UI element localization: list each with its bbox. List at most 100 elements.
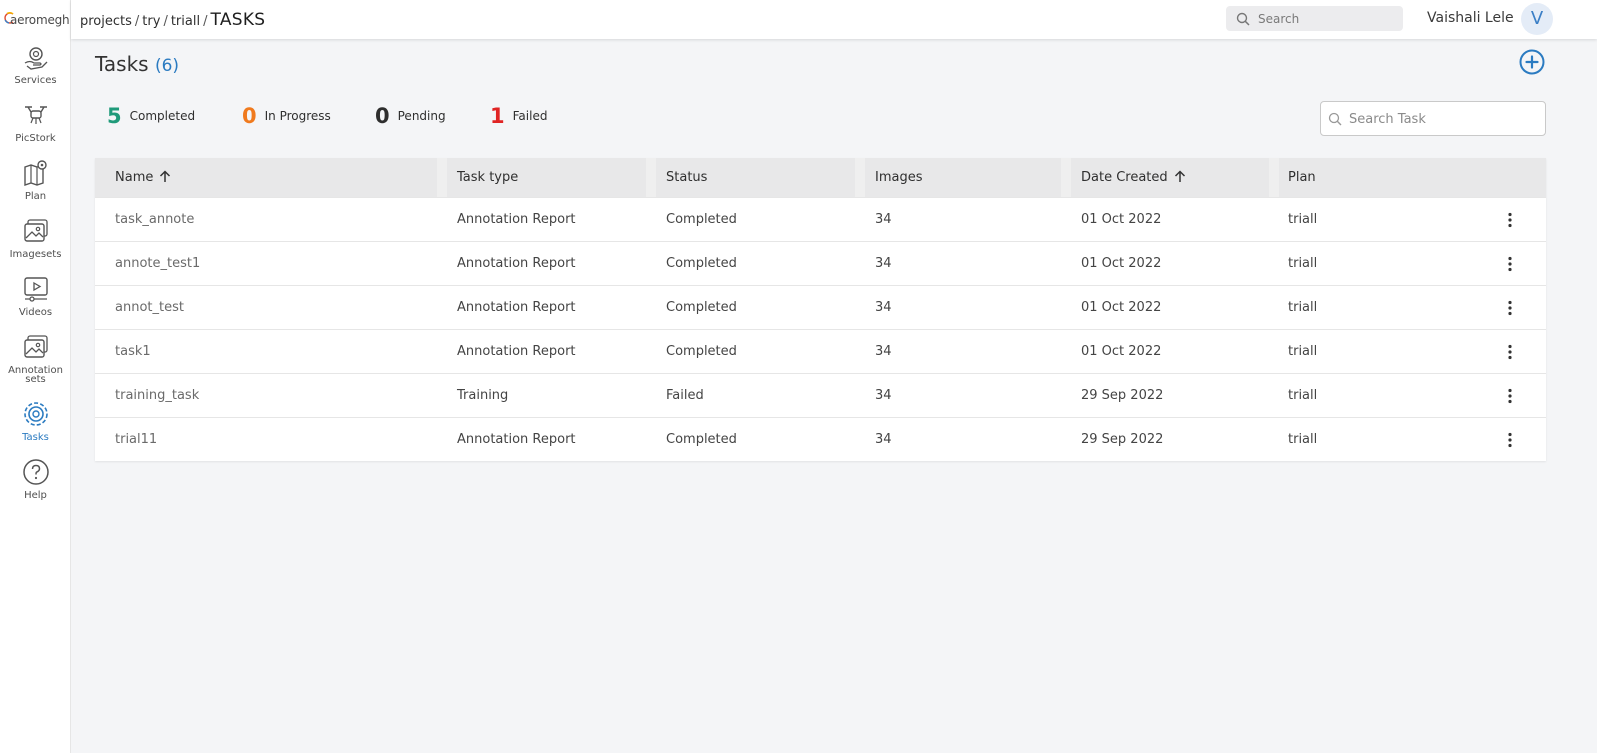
add-task-button[interactable] [1519, 49, 1545, 75]
row-menu-icon[interactable] [1506, 388, 1514, 404]
column-header-status[interactable]: Status [666, 170, 707, 185]
video-icon [24, 277, 48, 302]
stat-label: Failed [512, 109, 548, 123]
cell-task-type: Annotation Report [457, 256, 576, 271]
cell-plan: triall [1288, 388, 1318, 403]
cell-name[interactable]: annote_test1 [115, 256, 200, 271]
table-row[interactable]: annot_test Annotation Report Completed 3… [95, 285, 1546, 329]
sidebar-item-services[interactable]: Services [0, 43, 71, 101]
table-row[interactable]: annote_test1 Annotation Report Completed… [95, 241, 1546, 285]
task-search[interactable] [1320, 101, 1546, 136]
cell-plan: triall [1288, 212, 1318, 227]
sidebar-item-picstork[interactable]: PicStork [0, 101, 71, 159]
cell-date: 01 Oct 2022 [1081, 256, 1162, 271]
stat-pending: 0 Pending [375, 104, 446, 130]
cell-images: 34 [875, 432, 892, 447]
sidebar-item-label: Videos [18, 307, 53, 318]
global-search[interactable] [1226, 6, 1403, 31]
sidebar-item-label: Services [14, 75, 57, 86]
cell-date: 29 Sep 2022 [1081, 432, 1164, 447]
breadcrumb-trial[interactable]: triall [171, 14, 200, 29]
global-search-input[interactable] [1258, 9, 1396, 28]
stat-value: 1 [490, 104, 505, 128]
cell-name[interactable]: trial11 [115, 432, 157, 447]
sidebar-item-plan[interactable]: Plan [0, 159, 71, 217]
image-icon [24, 219, 48, 242]
table-row[interactable]: task1 Annotation Report Completed 34 01 … [95, 329, 1546, 373]
breadcrumb-projects[interactable]: projects [80, 14, 132, 29]
sidebar-item-label: Plan [24, 191, 47, 202]
column-header-name[interactable]: Name [115, 170, 171, 185]
cell-images: 34 [875, 300, 892, 315]
column-divider [1269, 158, 1279, 197]
stat-label: In Progress [264, 109, 331, 123]
column-divider [437, 158, 447, 197]
page-title-text: Tasks [95, 52, 149, 76]
cell-images: 34 [875, 212, 892, 227]
page-title: Tasks (6) [95, 52, 179, 76]
cell-images: 34 [875, 388, 892, 403]
sort-arrow-up-icon[interactable] [1174, 170, 1186, 183]
sidebar-item-videos[interactable]: Videos [0, 275, 71, 333]
sidebar: aeromegh Services PicStork Plan Imageset… [0, 0, 71, 753]
sidebar-item-tasks[interactable]: Tasks [0, 400, 71, 458]
cell-date: 01 Oct 2022 [1081, 344, 1162, 359]
breadcrumb-try[interactable]: try [142, 14, 160, 29]
row-menu-icon[interactable] [1506, 300, 1514, 316]
cell-plan: triall [1288, 344, 1318, 359]
table-row[interactable]: task_annote Annotation Report Completed … [95, 197, 1546, 241]
services-icon [24, 47, 48, 70]
cell-task-type: Annotation Report [457, 212, 576, 227]
cell-status: Completed [666, 212, 737, 227]
table-row[interactable]: training_task Training Failed 34 29 Sep … [95, 373, 1546, 417]
user-name[interactable]: Vaishali Lele [1427, 10, 1514, 26]
row-menu-icon[interactable] [1506, 212, 1514, 228]
stat-label: Pending [397, 109, 446, 123]
table-row[interactable]: trial11 Annotation Report Completed 34 2… [95, 417, 1546, 461]
annotation-image-icon [24, 335, 48, 358]
cell-plan: triall [1288, 256, 1318, 271]
table-header: Name Task type Status Images Date Create… [95, 158, 1546, 197]
column-header-label: Name [115, 170, 154, 185]
cell-task-type: Training [457, 388, 509, 403]
cell-name[interactable]: task_annote [115, 212, 194, 227]
column-header-date-created[interactable]: Date Created [1081, 170, 1186, 185]
cell-status: Completed [666, 256, 737, 271]
row-menu-icon[interactable] [1506, 256, 1514, 272]
cell-images: 34 [875, 344, 892, 359]
sidebar-item-imagesets[interactable]: Imagesets [0, 217, 71, 275]
sort-arrow-up-icon[interactable] [159, 170, 171, 183]
cell-status: Failed [666, 388, 704, 403]
avatar[interactable]: V [1521, 3, 1553, 35]
stat-value: 0 [375, 104, 390, 128]
column-header-images[interactable]: Images [875, 170, 923, 185]
app-logo[interactable]: aeromegh [4, 10, 70, 30]
cell-task-type: Annotation Report [457, 344, 576, 359]
task-search-input[interactable] [1349, 109, 1539, 129]
cell-name[interactable]: training_task [115, 388, 199, 403]
sidebar-item-annotation-sets[interactable]: Annotation sets [0, 333, 71, 393]
row-menu-icon[interactable] [1506, 432, 1514, 448]
cell-status: Completed [666, 432, 737, 447]
cell-images: 34 [875, 256, 892, 271]
sidebar-item-label: Imagesets [9, 249, 62, 260]
cell-name[interactable]: task1 [115, 344, 151, 359]
cell-name[interactable]: annot_test [115, 300, 184, 315]
task-count: (6) [154, 56, 180, 76]
row-menu-icon[interactable] [1506, 344, 1514, 360]
map-pin-icon [24, 160, 47, 186]
column-header-label: Date Created [1081, 170, 1168, 185]
stat-value: 0 [242, 104, 257, 128]
column-header-plan[interactable]: Plan [1288, 170, 1316, 185]
search-icon [1236, 12, 1250, 26]
stat-completed: 5 Completed [107, 104, 195, 130]
sidebar-item-label: Annotation sets [8, 365, 63, 385]
cell-task-type: Annotation Report [457, 432, 576, 447]
sidebar-item-help[interactable]: Help [0, 458, 71, 516]
breadcrumb-current: TASKS [210, 10, 266, 30]
tasks-gear-icon [24, 402, 48, 426]
column-header-task-type[interactable]: Task type [457, 170, 518, 185]
cell-status: Completed [666, 344, 737, 359]
column-divider [855, 158, 865, 197]
sidebar-item-label: Tasks [22, 432, 49, 443]
